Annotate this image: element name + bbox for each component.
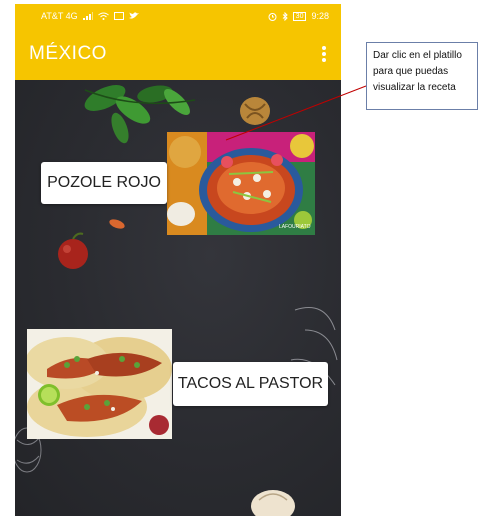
callout-line-1: Dar clic en el platillo <box>373 50 462 61</box>
instruction-callout: Dar clic en el platillo para que puedas … <box>366 42 478 110</box>
callout-line-3: visualizar la receta <box>373 82 456 93</box>
callout-line-2: para que puedas <box>373 66 449 77</box>
